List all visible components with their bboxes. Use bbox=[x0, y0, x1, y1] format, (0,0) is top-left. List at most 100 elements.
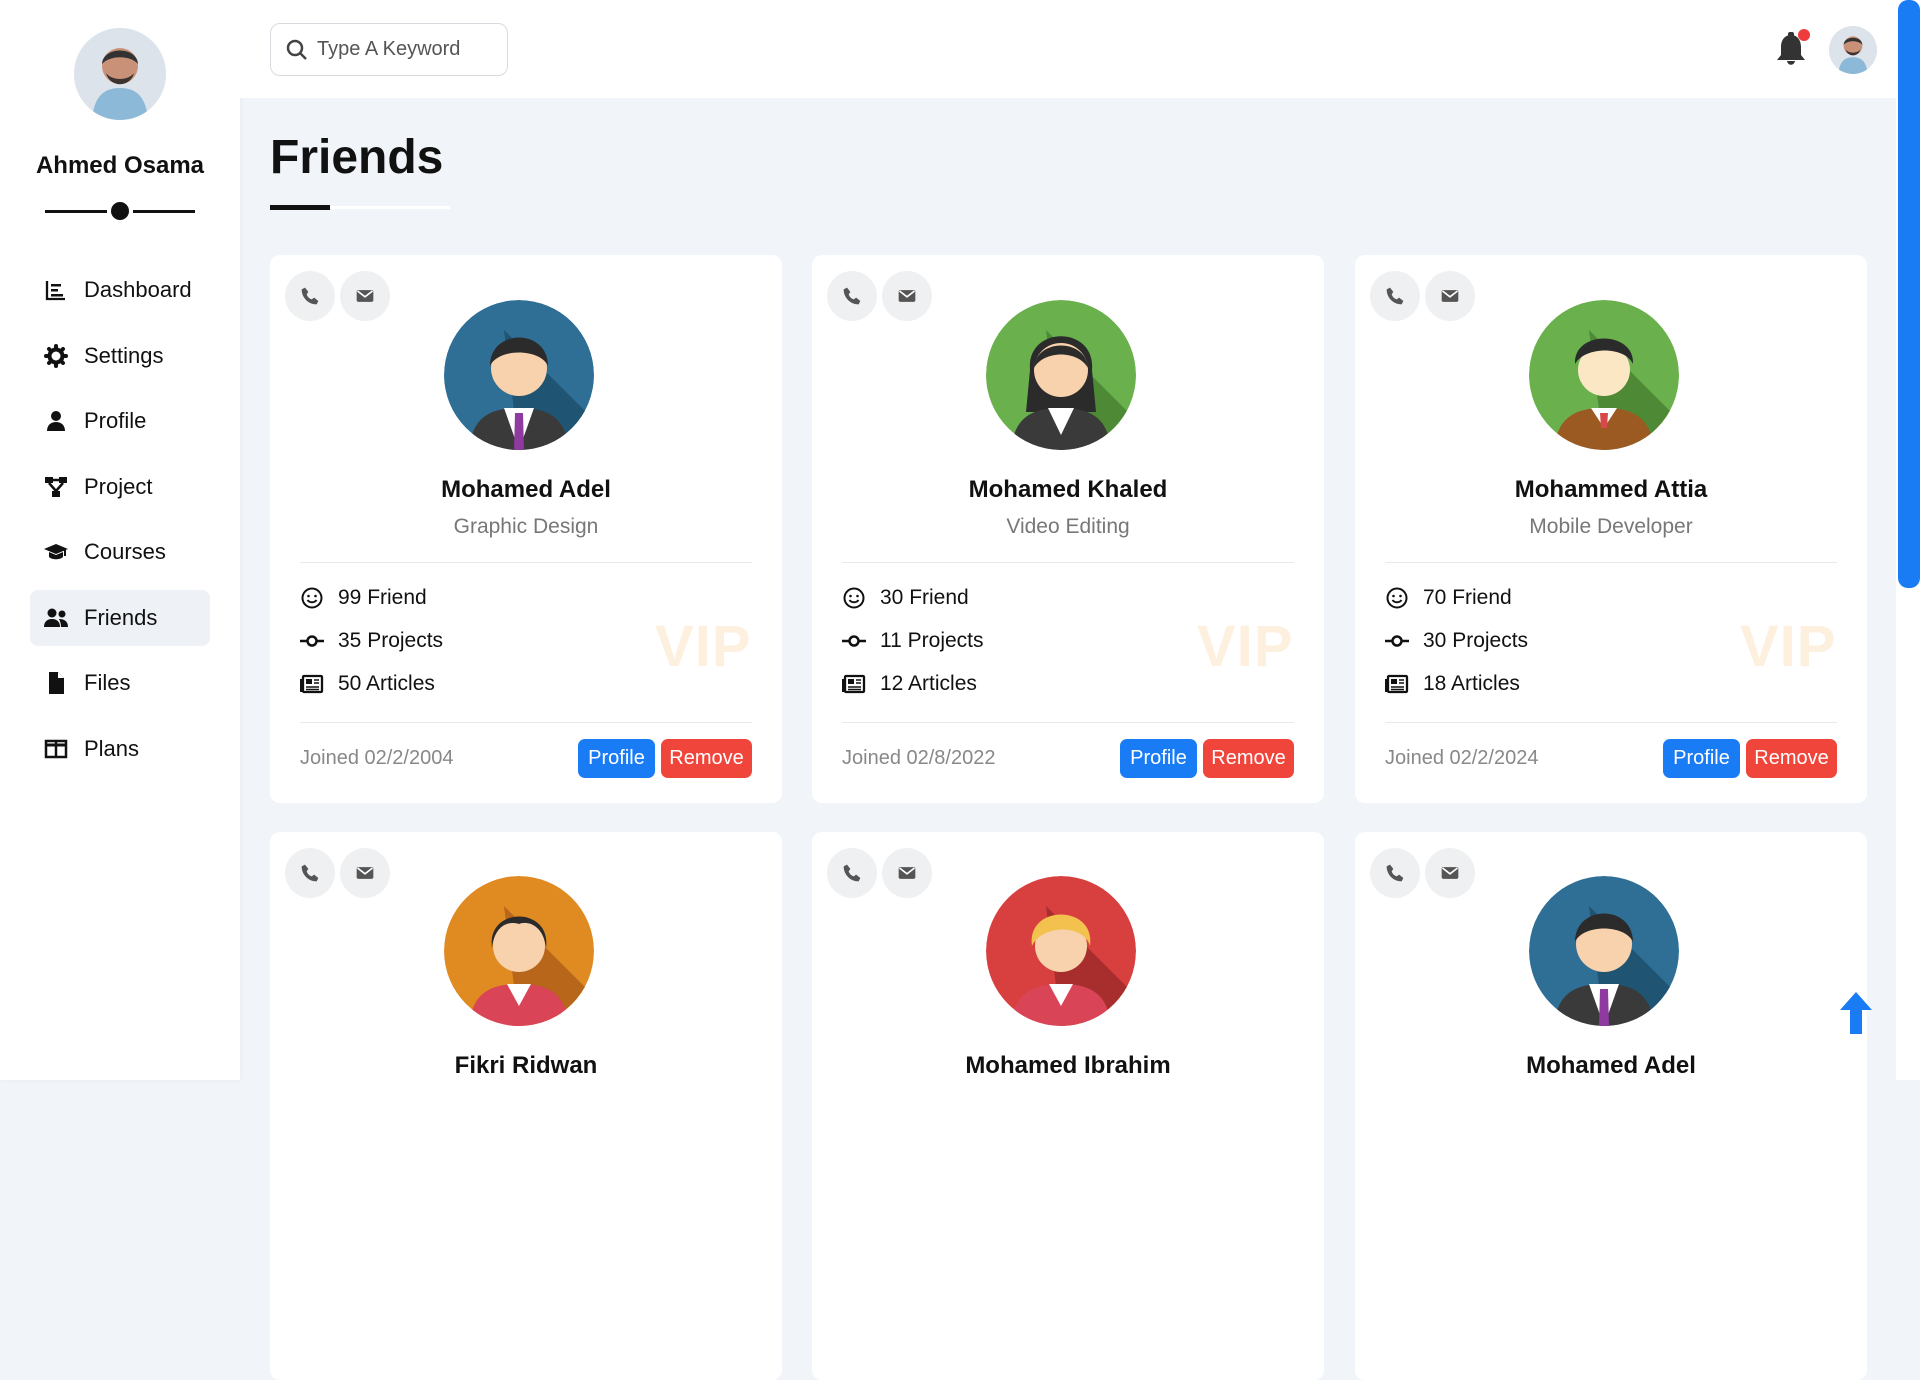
phone-icon bbox=[1386, 287, 1404, 305]
friends-count-label: 30 Friend bbox=[880, 586, 969, 609]
remove-button[interactable]: Remove bbox=[1203, 739, 1294, 778]
search-box[interactable]: Type A Keyword bbox=[270, 23, 508, 76]
friend-card: Mohammed Attia Mobile Developer 70 Frien… bbox=[1355, 255, 1867, 803]
card-divider bbox=[300, 562, 752, 563]
email-button[interactable] bbox=[882, 271, 932, 321]
envelope-icon bbox=[1441, 867, 1459, 879]
phone-icon bbox=[1386, 864, 1404, 882]
email-button[interactable] bbox=[1425, 271, 1475, 321]
sidebar-item-label: Project bbox=[84, 473, 153, 499]
articles-count-label: 50 Articles bbox=[338, 672, 435, 695]
top-avatar[interactable] bbox=[1829, 26, 1877, 74]
smile-icon bbox=[301, 587, 323, 609]
notification-badge bbox=[1798, 29, 1810, 41]
file-icon bbox=[49, 672, 64, 694]
user-icon bbox=[47, 411, 65, 431]
profile-button[interactable]: Profile bbox=[1120, 739, 1197, 778]
articles-count: 18 Articles bbox=[1385, 669, 1520, 699]
diagram-icon bbox=[45, 476, 67, 497]
sidebar-nav: Dashboard Settings Profile Project Cours… bbox=[30, 262, 210, 786]
smile-icon bbox=[1386, 587, 1408, 609]
joined-date: Joined 02/8/2022 bbox=[842, 747, 996, 769]
sidebar-item-label: Settings bbox=[84, 342, 164, 368]
friends-count-label: 70 Friend bbox=[1423, 586, 1512, 609]
newspaper-icon bbox=[842, 674, 866, 694]
email-button[interactable] bbox=[882, 848, 932, 898]
friend-avatar bbox=[1529, 876, 1679, 1026]
phone-icon bbox=[301, 864, 319, 882]
sidebar-item-settings[interactable]: Settings bbox=[30, 328, 210, 384]
call-button[interactable] bbox=[285, 848, 335, 898]
sidebar-item-label: Profile bbox=[84, 408, 147, 433]
remove-button[interactable]: Remove bbox=[1746, 739, 1837, 778]
envelope-icon bbox=[1441, 290, 1459, 302]
call-button[interactable] bbox=[1370, 271, 1420, 321]
friends-count: 70 Friend bbox=[1385, 583, 1512, 613]
newspaper-icon bbox=[1385, 674, 1409, 694]
call-button[interactable] bbox=[285, 271, 335, 321]
vip-badge: VIP bbox=[1740, 614, 1837, 679]
vip-badge: VIP bbox=[655, 614, 752, 679]
friend-name: Mohamed Adel bbox=[441, 476, 611, 503]
email-button[interactable] bbox=[340, 271, 390, 321]
card-divider bbox=[1385, 722, 1837, 723]
friend-avatar bbox=[444, 300, 594, 450]
projects-count-label: 35 Projects bbox=[338, 629, 444, 652]
sidebar-item-project[interactable]: Project bbox=[30, 459, 210, 515]
friend-card: Mohamed Khaled Video Editing 30 Friend 1… bbox=[812, 255, 1324, 803]
sidebar-divider-dot bbox=[111, 202, 129, 220]
remove-button[interactable]: Remove bbox=[661, 739, 752, 778]
projects-count: 35 Projects bbox=[300, 626, 443, 656]
profile-button[interactable]: Profile bbox=[1663, 739, 1740, 778]
friends-count: 30 Friend bbox=[842, 583, 969, 613]
joined-date: Joined 02/2/2004 bbox=[300, 747, 454, 769]
projects-count: 30 Projects bbox=[1385, 626, 1528, 656]
envelope-icon bbox=[898, 290, 916, 302]
columns-icon bbox=[44, 739, 68, 758]
gear-icon bbox=[44, 343, 68, 368]
card-divider bbox=[842, 562, 1294, 563]
sidebar-item-dashboard[interactable]: Dashboard bbox=[30, 262, 210, 318]
vip-badge: VIP bbox=[1197, 614, 1294, 679]
friend-job: Video Editing bbox=[1006, 515, 1130, 538]
sidebar-item-profile[interactable]: Profile bbox=[30, 393, 210, 449]
user-avatar[interactable] bbox=[74, 28, 166, 120]
page-title: Friends bbox=[270, 131, 444, 184]
envelope-icon bbox=[356, 867, 374, 879]
articles-count: 50 Articles bbox=[300, 669, 435, 699]
call-button[interactable] bbox=[827, 271, 877, 321]
friend-card: Mohamed Adel bbox=[1355, 832, 1867, 1380]
arrow-up-icon[interactable] bbox=[1840, 992, 1872, 1034]
sidebar-item-label: Dashboard bbox=[84, 277, 192, 302]
friend-avatar bbox=[986, 300, 1136, 450]
card-divider bbox=[842, 722, 1294, 723]
graduation-cap-icon bbox=[44, 544, 68, 560]
sidebar-item-label: Friends bbox=[84, 604, 158, 630]
friends-count: 99 Friend bbox=[300, 583, 427, 613]
sidebar-item-files[interactable]: Files bbox=[30, 655, 210, 711]
scrollbar-thumb[interactable] bbox=[1898, 0, 1920, 588]
friend-avatar bbox=[1529, 300, 1679, 450]
friend-name: Mohammed Attia bbox=[1514, 476, 1708, 503]
commit-icon bbox=[300, 635, 324, 647]
sidebar-divider-left bbox=[45, 210, 107, 213]
chart-icon bbox=[45, 281, 65, 301]
call-button[interactable] bbox=[1370, 848, 1420, 898]
call-button[interactable] bbox=[827, 848, 877, 898]
projects-count: 11 Projects bbox=[842, 626, 984, 656]
profile-button[interactable]: Profile bbox=[578, 739, 655, 778]
email-button[interactable] bbox=[1425, 848, 1475, 898]
envelope-icon bbox=[356, 290, 374, 302]
email-button[interactable] bbox=[340, 848, 390, 898]
friends-count-label: 99 Friend bbox=[338, 586, 427, 609]
card-divider bbox=[1385, 562, 1837, 563]
friend-card: Mohamed Ibrahim bbox=[812, 832, 1324, 1380]
search-input[interactable]: Type A Keyword bbox=[317, 38, 460, 61]
friend-name: Mohamed Ibrahim bbox=[965, 1052, 1171, 1079]
sidebar-item-courses[interactable]: Courses bbox=[30, 524, 210, 580]
phone-icon bbox=[301, 287, 319, 305]
sidebar-item-plans[interactable]: Plans bbox=[30, 721, 210, 777]
articles-count: 12 Articles bbox=[842, 669, 977, 699]
sidebar-divider-right bbox=[133, 210, 195, 213]
sidebar-item-friends[interactable]: Friends bbox=[30, 589, 210, 646]
